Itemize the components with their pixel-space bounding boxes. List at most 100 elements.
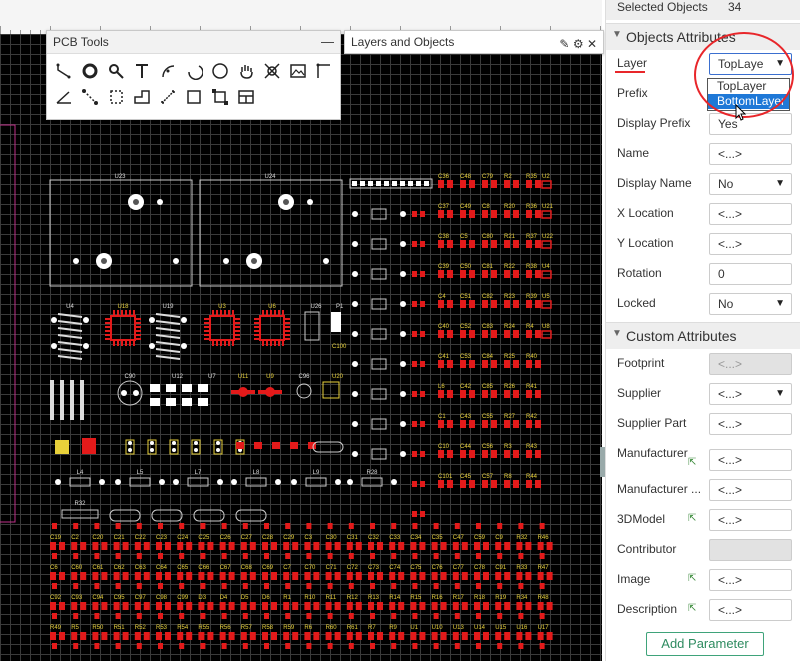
locked-select[interactable]: No ▼: [709, 293, 792, 315]
edit-icon[interactable]: ⇱: [688, 457, 696, 468]
description-row: Description ⇱ <...>: [606, 595, 800, 625]
component-pad: [165, 632, 171, 640]
pcb-tools-title-bar[interactable]: PCB Tools —: [47, 31, 340, 54]
component-pad: [207, 542, 214, 550]
component-label: C21: [114, 535, 126, 541]
name-input[interactable]: <...>: [709, 143, 792, 165]
small-pad: [221, 613, 227, 619]
dimension-icon[interactable]: [155, 84, 181, 110]
connect-icon[interactable]: [77, 84, 103, 110]
ic-outline: [541, 240, 552, 249]
collapse-icon[interactable]: ▼: [612, 328, 622, 339]
header-pin: [376, 181, 381, 186]
small-pad: [420, 211, 425, 217]
supplier-part-input[interactable]: <...>: [709, 413, 792, 435]
component-pad: [482, 210, 488, 218]
edit-icon[interactable]: ⇱: [688, 573, 696, 584]
custom-attributes-section[interactable]: ▼ Custom Attributes: [606, 322, 800, 349]
track-icon[interactable]: [51, 58, 77, 84]
image-input[interactable]: <...>: [709, 569, 792, 591]
sot-pad: [182, 384, 192, 392]
pcb-tools-panel[interactable]: PCB Tools —: [46, 30, 341, 120]
display-prefix-select[interactable]: Yes: [709, 113, 792, 135]
layer-dropdown-list[interactable]: TopLayer BottomLayer: [707, 78, 790, 111]
add-parameter-button[interactable]: Add Parameter: [646, 632, 764, 656]
small-pad: [264, 553, 269, 559]
component-label: R54: [177, 625, 189, 631]
image-icon[interactable]: [285, 58, 311, 84]
small-pad: [264, 583, 269, 589]
close-icon[interactable]: ✕: [587, 37, 597, 51]
component-pad: [240, 572, 247, 580]
arc-icon[interactable]: [155, 58, 181, 84]
small-pad: [242, 553, 248, 559]
small-pad: [254, 442, 262, 449]
manufacturer-input[interactable]: <...>: [709, 449, 792, 471]
component-pad: [438, 180, 444, 188]
via-icon[interactable]: [77, 58, 103, 84]
display-name-select[interactable]: No ▼: [709, 173, 792, 195]
component-label: C67: [220, 565, 232, 571]
layers-objects-panel[interactable]: Layers and Objects ✎ ⚙ ✕: [344, 30, 604, 54]
small-pad: [370, 613, 375, 619]
model3d-input[interactable]: <...>: [709, 509, 792, 531]
pan-icon[interactable]: [233, 58, 259, 84]
small-pad: [158, 553, 163, 559]
small-pad: [52, 523, 57, 529]
layer-select[interactable]: TopLaye ▼: [709, 53, 792, 75]
qfp-pin: [254, 318, 259, 320]
circle-icon[interactable]: [207, 58, 233, 84]
component-pad: [80, 632, 87, 640]
pcb-board-drawing[interactable]: U23 U24 C36 C37 C38 C39 C4 C40 C41 L6 C1 C10 C101 C48…: [0, 34, 602, 661]
solid-region-icon[interactable]: [103, 84, 129, 110]
component-pad: [71, 542, 78, 550]
collapse-icon[interactable]: ▼: [612, 29, 622, 40]
gear-icon[interactable]: ⚙: [573, 37, 584, 51]
label-u9: U9: [266, 374, 274, 380]
component-label: R23: [504, 294, 516, 300]
table-icon[interactable]: [233, 84, 259, 110]
component-label: R51: [114, 625, 126, 631]
polygon-icon[interactable]: [129, 84, 155, 110]
move-icon[interactable]: [259, 58, 285, 84]
component-label: D5: [241, 595, 249, 601]
layers-objects-title-bar[interactable]: Layers and Objects ✎ ⚙ ✕: [345, 31, 603, 53]
component-label: C51: [460, 294, 472, 300]
module-label-u24: U24: [264, 174, 276, 180]
small-pad: [412, 553, 418, 559]
component-pad: [535, 360, 541, 368]
small-pad: [73, 643, 79, 649]
small-pad: [158, 523, 163, 529]
edit-icon[interactable]: ⇱: [688, 513, 696, 524]
y-location-input[interactable]: <...>: [709, 233, 792, 255]
x-location-input[interactable]: <...>: [709, 203, 792, 225]
coil-pad: [83, 317, 89, 323]
pad-icon[interactable]: [103, 58, 129, 84]
edit-icon[interactable]: ⇱: [688, 603, 696, 614]
group-icon[interactable]: [207, 84, 233, 110]
sot-pad: [150, 384, 160, 392]
pin-icon[interactable]: ✎: [559, 37, 569, 51]
small-pad: [412, 613, 418, 619]
description-input[interactable]: <...>: [709, 599, 792, 621]
angle-icon[interactable]: [51, 84, 77, 110]
qfp-pin: [254, 326, 259, 328]
layer-option-bottom[interactable]: BottomLayer: [708, 94, 789, 109]
minimize-button[interactable]: —: [321, 31, 334, 53]
small-pad: [73, 583, 79, 589]
component-label: R16: [432, 595, 444, 601]
component-pad: [504, 300, 510, 308]
manufacturer-part-input[interactable]: <...>: [709, 479, 792, 501]
arc-center-icon[interactable]: [181, 58, 207, 84]
line-icon[interactable]: [311, 58, 337, 84]
component-label: U22: [542, 234, 554, 240]
rectangle-icon[interactable]: [181, 84, 207, 110]
supplier-select[interactable]: <...> ▼: [709, 383, 792, 405]
rotation-input[interactable]: 0: [709, 263, 792, 285]
component-pad: [513, 240, 519, 248]
x-location-row: X Location <...>: [606, 199, 800, 229]
objects-attributes-section[interactable]: ▼ Objects Attributes: [606, 23, 800, 50]
text-icon[interactable]: [129, 58, 155, 84]
layer-option-top[interactable]: TopLayer: [708, 79, 789, 94]
component-pad: [50, 632, 56, 640]
